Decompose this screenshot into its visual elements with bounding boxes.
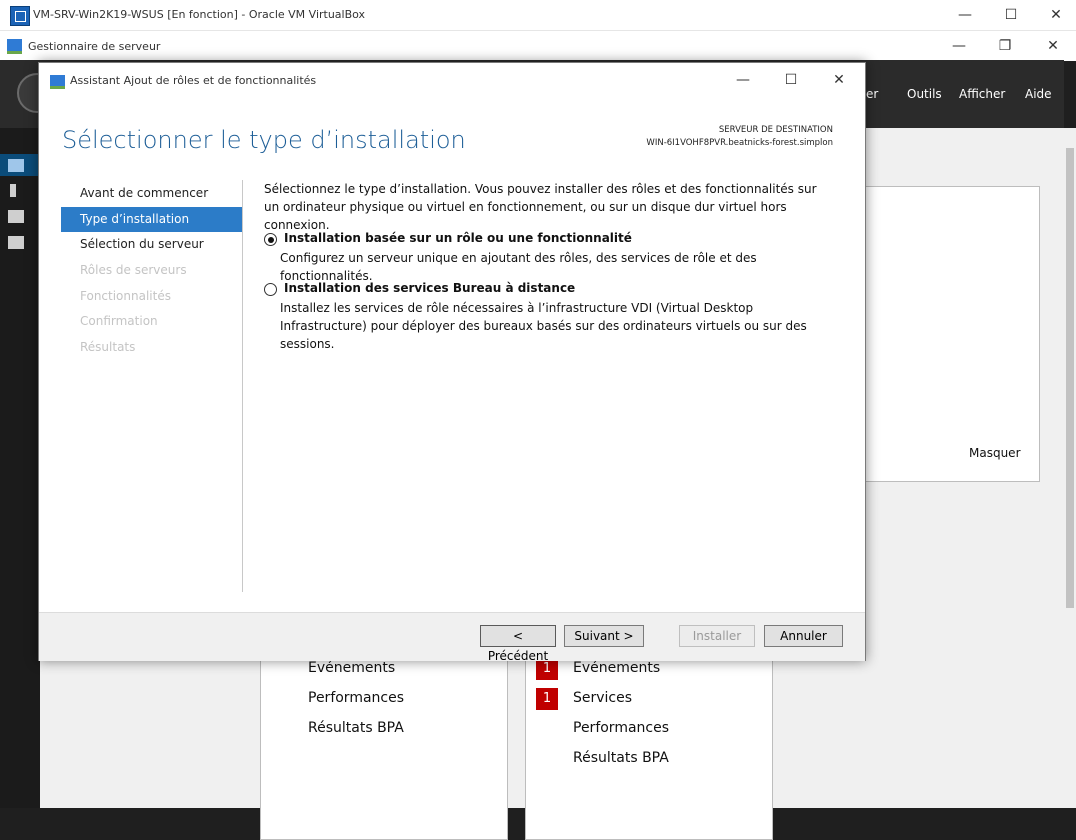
server-manager-titlebar: Gestionnaire de serveur — ❐ ✕ — [0, 30, 1076, 61]
wizard-app-icon — [50, 75, 65, 89]
role-based-radio[interactable] — [264, 233, 277, 246]
wizard-step-installation-type[interactable]: Type d’installation — [61, 206, 243, 233]
dashboard-icon — [8, 159, 24, 172]
menu-tools[interactable]: Outils — [907, 87, 942, 101]
option-remote-desktop[interactable]: Installation des services Bureau à dista… — [264, 281, 834, 351]
wizard-step-server-selection[interactable]: Sélection du serveur — [61, 232, 243, 258]
wizard-step-before-begin[interactable]: Avant de commencer — [61, 181, 243, 207]
menu-help[interactable]: Aide — [1025, 87, 1052, 101]
server-manager-sidebar — [0, 128, 40, 808]
role-based-title[interactable]: Installation basée sur un rôle ou une fo… — [284, 231, 632, 245]
tile-left-events[interactable]: Événements — [308, 660, 395, 676]
wizard-step-features: Fonctionnalités — [80, 288, 171, 303]
remote-desktop-radio[interactable] — [264, 283, 277, 296]
next-button[interactable]: Suivant > — [564, 625, 644, 647]
add-roles-wizard-dialog: Assistant Ajout de rôles et de fonctionn… — [38, 62, 866, 663]
install-button: Installer — [679, 625, 755, 647]
intro-text: Sélectionnez le type d’installation. Vou… — [264, 182, 817, 232]
sm-restore-button[interactable]: ❐ — [990, 35, 1020, 57]
vbox-close-button[interactable]: ✕ — [1041, 4, 1071, 26]
local-server-icon[interactable] — [10, 184, 16, 197]
remote-desktop-title[interactable]: Installation des services Bureau à dista… — [284, 281, 575, 295]
scrollbar-thumb[interactable] — [1066, 148, 1074, 608]
wizard-maximize-button[interactable]: ☐ — [776, 69, 806, 91]
wizard-step-results: Résultats — [80, 340, 136, 355]
menu-view[interactable]: Afficher — [959, 87, 1005, 101]
previous-button[interactable]: < Précédent — [480, 625, 556, 663]
server-manager-icon — [7, 39, 22, 54]
destination-server-name: WIN-6I1VOHF8PVR.beatnicks-forest.simplon — [646, 138, 833, 148]
wizard-steps-nav: Avant de commencer Type d’installation S… — [61, 181, 243, 361]
file-services-icon[interactable] — [8, 236, 24, 249]
server-manager-title: Gestionnaire de serveur — [28, 40, 161, 53]
tile-right-performance[interactable]: Performances — [573, 720, 669, 736]
role-tile-left: Événements Performances Résultats BPA — [260, 648, 508, 840]
role-tile-right: 1 Événements 1 Services Performances Rés… — [525, 648, 773, 840]
tile-right-events[interactable]: Événements — [573, 660, 660, 676]
virtualbox-logo-icon — [10, 6, 30, 26]
wizard-titlebar: Assistant Ajout de rôles et de fonctionn… — [39, 63, 865, 97]
hide-link[interactable]: Masquer — [969, 446, 1021, 460]
wizard-step-confirmation: Confirmation — [80, 314, 158, 329]
vbox-maximize-button[interactable]: ☐ — [996, 4, 1026, 26]
wizard-footer: < Précédent Suivant > Installer Annuler — [39, 612, 865, 663]
tile-left-performance[interactable]: Performances — [308, 690, 404, 706]
tile-left-bpa[interactable]: Résultats BPA — [308, 720, 404, 736]
sm-close-button[interactable]: ✕ — [1038, 35, 1068, 57]
wizard-minimize-button[interactable]: — — [728, 69, 758, 91]
services-count-badge: 1 — [536, 688, 558, 710]
cancel-button[interactable]: Annuler — [764, 625, 843, 647]
all-servers-icon[interactable] — [8, 210, 24, 223]
welcome-tile: Masquer — [860, 186, 1040, 482]
vbox-minimize-button[interactable]: — — [950, 4, 980, 26]
page-title: Sélectionner le type d’installation — [62, 126, 466, 154]
remote-desktop-description: Installez les services de rôle nécessair… — [280, 301, 807, 351]
role-based-description: Configurez un serveur unique en ajoutant… — [280, 251, 757, 283]
server-manager-scrollbar[interactable] — [1064, 128, 1076, 808]
nav-divider — [242, 180, 243, 592]
wizard-main-panel: Sélectionnez le type d’installation. Vou… — [264, 180, 834, 351]
destination-server-label: SERVEUR DE DESTINATION — [718, 125, 833, 135]
menu-partial[interactable]: er — [866, 87, 878, 101]
sm-minimize-button[interactable]: — — [944, 35, 974, 57]
wizard-close-button[interactable]: ✕ — [824, 69, 854, 91]
virtualbox-title: VM-SRV-Win2K19-WSUS [En fonction] - Orac… — [33, 8, 366, 21]
tile-right-services[interactable]: Services — [573, 690, 632, 706]
tile-right-bpa[interactable]: Résultats BPA — [573, 750, 669, 766]
virtualbox-titlebar: VM-SRV-Win2K19-WSUS [En fonction] - Orac… — [0, 0, 1076, 30]
option-role-based[interactable]: Installation basée sur un rôle ou une fo… — [264, 231, 834, 283]
wizard-step-server-roles: Rôles de serveurs — [80, 263, 187, 278]
wizard-title: Assistant Ajout de rôles et de fonctionn… — [70, 74, 317, 87]
